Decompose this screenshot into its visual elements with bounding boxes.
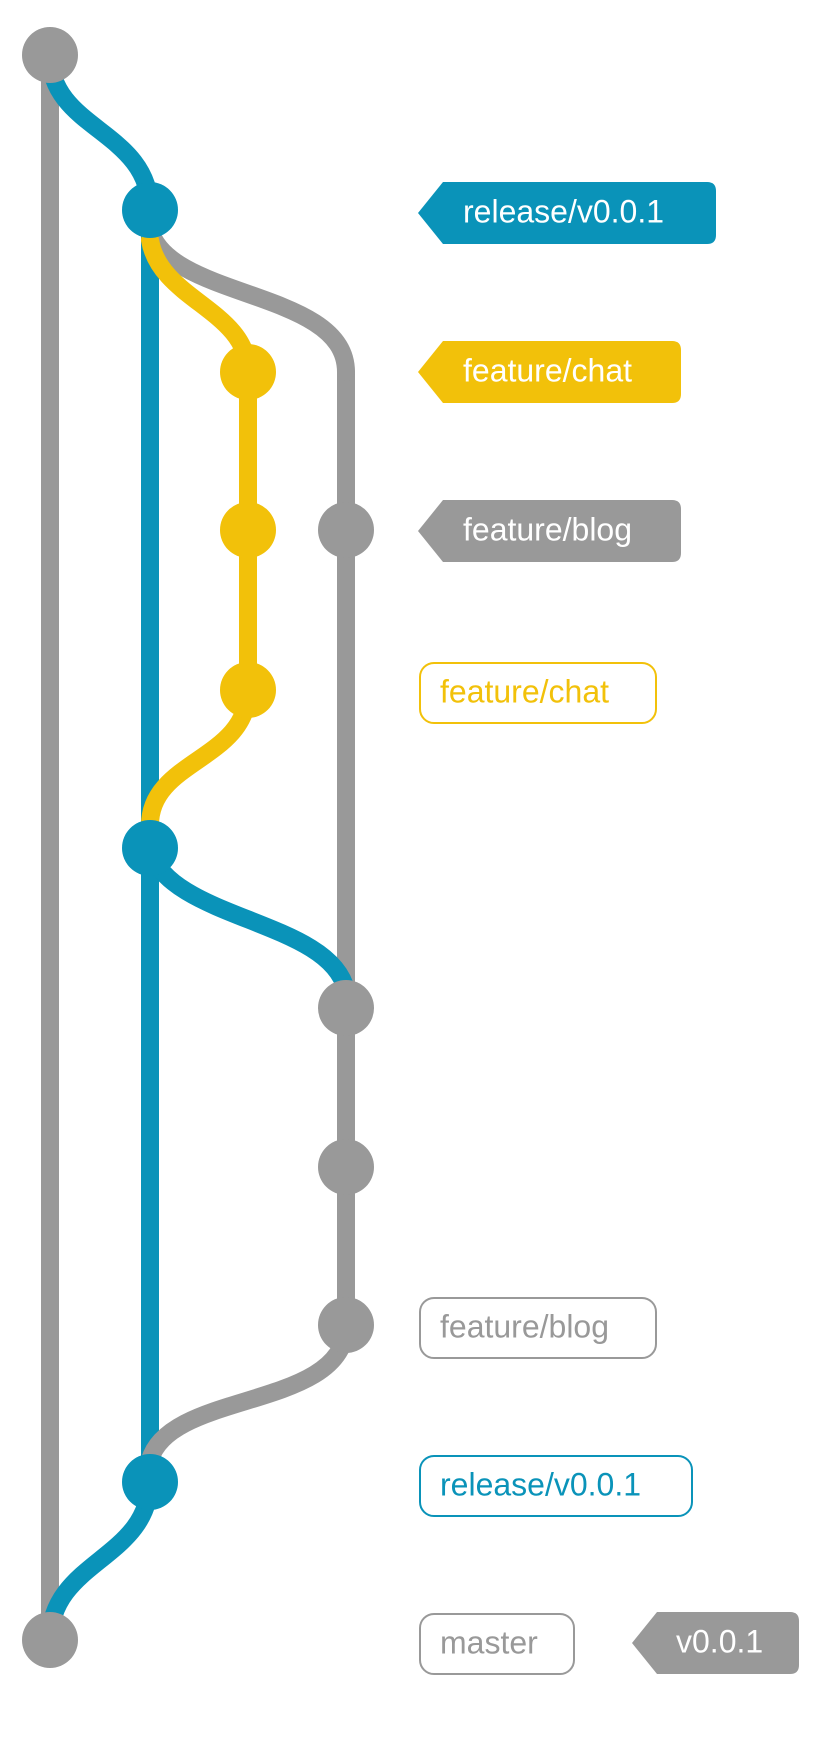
commit-release-merge-chat: [122, 820, 178, 876]
graph-labels: release/v0.0.1 feature/chat feature/blog…: [418, 182, 799, 1675]
commit-master-top: [22, 27, 78, 83]
tag-version-label: v0.0.1: [676, 1623, 763, 1659]
tag-blog-head: feature/blog: [418, 500, 681, 562]
origin-release-label: release/v0.0.1: [440, 1466, 641, 1502]
origin-blog: feature/blog: [419, 1297, 657, 1359]
commit-blog-merge-release: [318, 980, 374, 1036]
origin-master: master: [419, 1613, 575, 1675]
commit-blog-start: [318, 1297, 374, 1353]
commit-chat-3: [220, 662, 276, 718]
commit-blog-2: [318, 1139, 374, 1195]
blog-branch-curve-bottom: [141, 1316, 355, 1469]
origin-master-label: master: [440, 1624, 538, 1660]
origin-release: release/v0.0.1: [419, 1455, 693, 1517]
tag-version: v0.0.1: [632, 1612, 799, 1674]
graph-edges: [41, 46, 355, 1649]
commit-chat-2: [220, 502, 276, 558]
origin-chat: feature/chat: [419, 662, 657, 724]
git-branch-graph: release/v0.0.1 feature/chat feature/blog…: [22, 27, 799, 1675]
commit-release-head: [122, 182, 178, 238]
origin-blog-label: feature/blog: [440, 1308, 609, 1344]
tag-blog-head-label: feature/blog: [463, 511, 632, 547]
tag-chat-head-label: feature/chat: [463, 352, 632, 388]
commit-blog-head: [318, 502, 374, 558]
commit-master-bottom: [22, 1612, 78, 1668]
origin-chat-label: feature/chat: [440, 673, 609, 709]
tag-release-head: release/v0.0.1: [418, 182, 716, 244]
commit-release-start: [122, 1454, 178, 1510]
tag-release-head-label: release/v0.0.1: [463, 193, 664, 229]
release-into-blog-curve: [141, 841, 355, 999]
tag-chat-head: feature/chat: [418, 341, 681, 403]
commit-chat-1: [220, 344, 276, 400]
